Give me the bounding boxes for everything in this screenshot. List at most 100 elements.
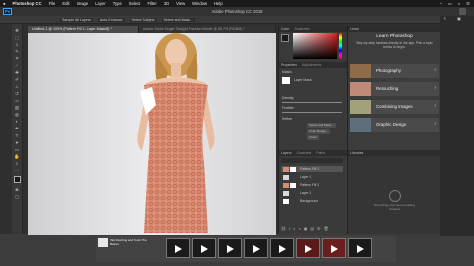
menu-window[interactable]: Window	[192, 1, 207, 6]
dock-video-thumb[interactable]	[270, 238, 294, 258]
layer-row[interactable]: Pattern Fill 1	[281, 166, 343, 172]
layer-row[interactable]: Background	[281, 198, 343, 204]
tab-adjustments[interactable]: Adjustments	[302, 63, 321, 67]
blur-tool-icon[interactable]: ◍	[14, 112, 20, 117]
workspace-icon[interactable]	[459, 8, 466, 15]
layer-row[interactable]: Pattern Fill 2	[281, 182, 343, 188]
feather-label: Feather:	[282, 106, 295, 110]
gradient-tool-icon[interactable]: ▥	[14, 105, 20, 110]
eraser-tool-icon[interactable]: ▱	[14, 98, 20, 103]
learn-item-photography[interactable]: Photography ›	[350, 64, 439, 78]
apple-icon[interactable]: ●	[3, 1, 6, 6]
more-tools-icon[interactable]: ⋯	[14, 168, 20, 173]
invert-button[interactable]: Invert	[307, 135, 319, 140]
menu-image[interactable]: Image	[77, 1, 89, 6]
dock-video-thumb[interactable]	[166, 238, 190, 258]
tab-color[interactable]: Color	[281, 27, 289, 31]
battery-icon[interactable]: ▭	[448, 1, 452, 6]
layer-actions-bar[interactable]: ⛓fx◑▣▤⊞🗑	[281, 226, 343, 231]
screen-mode-icon[interactable]: ▢	[14, 194, 20, 199]
brush-tool-icon[interactable]: ✐	[14, 77, 20, 82]
tab-swatches[interactable]: Swatches	[294, 27, 309, 31]
wifi-icon[interactable]: ◔	[439, 1, 442, 6]
tab-layers[interactable]: Layers	[281, 151, 292, 155]
dock-video-thumb[interactable]	[192, 238, 216, 258]
dock-video-thumb[interactable]	[296, 238, 320, 258]
density-slider[interactable]	[282, 102, 342, 103]
learn-item-retouching[interactable]: Retouching ›	[350, 82, 439, 96]
path-select-tool-icon[interactable]: ➤	[14, 140, 20, 145]
refine-label: Refine:	[282, 117, 293, 121]
select-and-mask-button[interactable]: Select and Mask...	[161, 17, 196, 22]
type-tool-icon[interactable]: T	[14, 133, 20, 138]
tab-channels[interactable]: Channels	[297, 151, 312, 155]
zoom-tool-icon[interactable]: ⌕	[14, 161, 20, 166]
menu-type[interactable]: Type	[113, 1, 122, 6]
learn-panel: Learn Learn Photoshop Step-by-step tutor…	[347, 26, 441, 150]
clone-stamp-tool-icon[interactable]: ⊥	[14, 84, 20, 89]
quick-mask-icon[interactable]: ◙	[14, 187, 20, 192]
move-tool-icon[interactable]: ✥	[14, 28, 20, 33]
tab-properties[interactable]: Properties	[281, 63, 297, 67]
layer-name: Layer 1	[300, 191, 312, 195]
dock-video-thumb[interactable]	[322, 238, 346, 258]
hue-slider[interactable]	[339, 33, 342, 59]
sample-all-layers-checkbox[interactable]: Sample All Layers	[60, 17, 93, 22]
lasso-tool-icon[interactable]: ↄ	[14, 42, 20, 47]
eyedropper-tool-icon[interactable]: ⟋	[14, 63, 20, 68]
marquee-tool-icon[interactable]: ⬚	[14, 35, 20, 40]
learn-item-graphic-design[interactable]: Graphic Design ›	[350, 118, 439, 132]
layer-filter-bar[interactable]	[281, 158, 343, 163]
fg-color-chip[interactable]	[281, 34, 289, 42]
menu-file[interactable]: File	[49, 1, 56, 6]
shape-tool-icon[interactable]: ▭	[14, 147, 20, 152]
menu-view[interactable]: View	[176, 1, 185, 6]
layer-thumbnail	[283, 198, 289, 204]
menu-help[interactable]: Help	[214, 1, 223, 6]
doc-tab-untitled[interactable]: Untitled-1 @ 100% (Pattern Fill 1, Layer…	[28, 26, 140, 33]
learn-item-combining-images[interactable]: Combining Images ›	[350, 100, 439, 114]
feather-slider[interactable]	[282, 112, 342, 113]
quick-select-tool-icon[interactable]: ✎	[14, 49, 20, 54]
healing-tool-icon[interactable]: ✚	[14, 70, 20, 75]
select-and-mask-panel-button[interactable]: Select and Mask...	[307, 123, 336, 128]
mask-thumbnail[interactable]	[282, 77, 290, 84]
foreground-color-swatch[interactable]	[14, 176, 21, 183]
tab-paths[interactable]: Paths	[316, 151, 325, 155]
learn-item-label: Graphic Design	[376, 122, 407, 127]
pen-tool-icon[interactable]: ✒	[14, 126, 20, 131]
select-subject-button[interactable]: Select Subject	[129, 17, 157, 22]
color-range-button[interactable]: Color Range...	[307, 129, 331, 134]
menu-select[interactable]: Select	[129, 1, 141, 6]
dock-video-thumb[interactable]	[348, 238, 372, 258]
color-picker-field[interactable]	[293, 33, 337, 59]
dock: Tab Resizing and Tools The Basics	[96, 236, 396, 262]
layer-row[interactable]: Layer 1	[281, 190, 343, 196]
menu-list-icon[interactable]: ☰	[466, 1, 470, 6]
dock-video-thumb[interactable]	[218, 238, 242, 258]
menu-filter[interactable]: Filter	[147, 1, 156, 6]
play-icon	[253, 245, 260, 253]
menu-edit[interactable]: Edit	[62, 1, 69, 6]
dodge-tool-icon[interactable]: ◐	[14, 119, 20, 124]
play-icon	[201, 245, 208, 253]
search-icon[interactable]: ⌕	[458, 1, 460, 6]
dock-video-thumb[interactable]	[244, 238, 268, 258]
layer-row[interactable]: Layer 1	[281, 174, 343, 180]
dock-doc-thumbnail[interactable]	[98, 238, 108, 247]
history-brush-tool-icon[interactable]: ↺	[14, 91, 20, 96]
menu-3d[interactable]: 3D	[164, 1, 169, 6]
doc-tab-stock-model[interactable]: Adobe Stock Single Straight Fashion Mode…	[139, 26, 276, 33]
libraries-tab[interactable]: Libraries	[348, 150, 441, 156]
auto-enhance-checkbox[interactable]: Auto-Enhance	[97, 17, 125, 22]
document-canvas[interactable]	[28, 33, 276, 235]
share-icon[interactable]: ⇪	[443, 16, 446, 21]
crop-tool-icon[interactable]: ⌗	[14, 56, 20, 61]
density-label: Density:	[282, 96, 295, 100]
panel-menu-icon[interactable]: ▣	[457, 16, 461, 21]
menu-layer[interactable]: Layer	[95, 1, 105, 6]
layer-thumbnail	[283, 174, 289, 180]
hand-tool-icon[interactable]: ✋	[14, 154, 20, 159]
properties-layers-column: Color Swatches Properties Adjustments Ma…	[278, 26, 347, 234]
menu-app-name[interactable]: Photoshop CC	[13, 1, 42, 6]
